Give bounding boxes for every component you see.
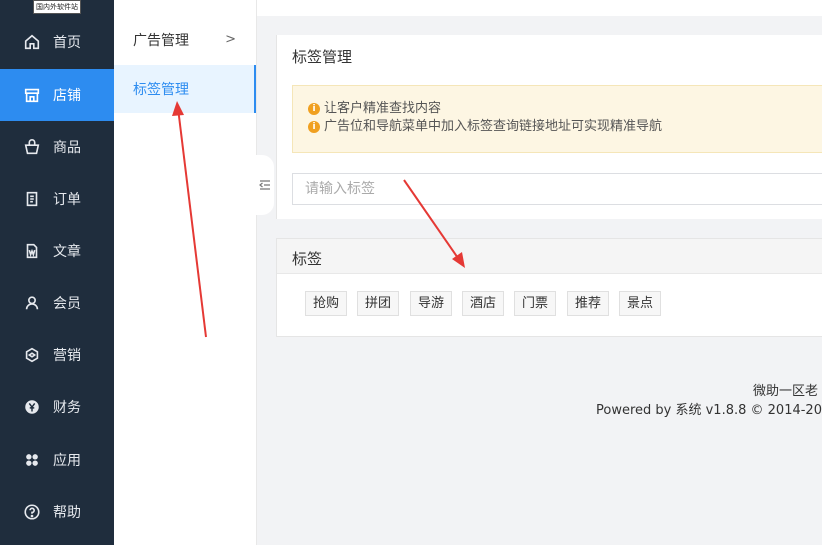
nav-item-home[interactable]: 首页 bbox=[0, 16, 114, 68]
tag-item[interactable]: 抢购 bbox=[305, 291, 348, 316]
bag-icon bbox=[22, 137, 42, 157]
nav-label: 订单 bbox=[53, 192, 81, 208]
info-icon: i bbox=[308, 121, 320, 133]
subnav-label: 标签管理 bbox=[133, 82, 189, 98]
tags-panel-title: 标签 bbox=[292, 250, 323, 268]
tag-item[interactable]: 酒店 bbox=[462, 291, 505, 316]
tip-text: 让客户精准查找内容 bbox=[324, 101, 442, 116]
tag-item[interactable]: 导游 bbox=[410, 291, 453, 316]
store-icon bbox=[22, 85, 42, 105]
nav-item-members[interactable]: 会员 bbox=[0, 277, 114, 329]
info-icon: i bbox=[308, 103, 320, 115]
collapse-icon[interactable] bbox=[256, 155, 274, 215]
footer-powered-by: Powered by 系统 v1.8.8 © 2014-201 bbox=[596, 403, 822, 418]
tips-alert: i 让客户精准查找内容 i 广告位和导航菜单中加入标签查询链接地址可实现精准导航 bbox=[292, 85, 822, 153]
nav-label: 财务 bbox=[53, 400, 81, 416]
nav-item-finance[interactable]: 财务 bbox=[0, 381, 114, 433]
nav-item-marketing[interactable]: 营销 bbox=[0, 329, 114, 381]
main-sidebar: 国内外软件站 首页 店铺 商品 订单 文章 会员 营销 财务 应用 帮助 bbox=[0, 0, 114, 545]
subnav-item-tags[interactable]: 标签管理 bbox=[114, 65, 256, 113]
nav-label: 应用 bbox=[53, 453, 81, 469]
nav-label: 店铺 bbox=[53, 88, 81, 104]
nav-item-store[interactable]: 店铺 bbox=[0, 69, 114, 121]
order-icon bbox=[22, 189, 42, 209]
home-icon bbox=[22, 32, 42, 52]
tag-management-card: 标签管理 i 让客户精准查找内容 i 广告位和导航菜单中加入标签查询链接地址可实… bbox=[276, 35, 822, 219]
tags-panel: 标签 抢购 拼团 导游 酒店 门票 推荐 景点 bbox=[276, 238, 822, 337]
tags-panel-header: 标签 bbox=[277, 239, 822, 274]
help-icon bbox=[22, 502, 42, 522]
top-bar bbox=[257, 0, 822, 16]
yen-icon bbox=[22, 397, 42, 417]
tag-item[interactable]: 推荐 bbox=[567, 291, 610, 316]
tip-line: i 广告位和导航菜单中加入标签查询链接地址可实现精准导航 bbox=[308, 118, 808, 136]
nav-item-articles[interactable]: 文章 bbox=[0, 225, 114, 277]
footer-company: 微助一区老 bbox=[753, 384, 819, 399]
subnav-label: 广告管理 bbox=[133, 33, 189, 49]
nav-item-help[interactable]: 帮助 bbox=[0, 486, 114, 538]
page-title: 标签管理 bbox=[292, 48, 353, 66]
nav-label: 首页 bbox=[53, 35, 81, 51]
nav-label: 会员 bbox=[53, 296, 81, 312]
nav-item-apps[interactable]: 应用 bbox=[0, 434, 114, 486]
subnav-item-ads[interactable]: 广告管理 > bbox=[114, 16, 256, 64]
nav-label: 帮助 bbox=[53, 505, 81, 521]
tag-item[interactable]: 门票 bbox=[514, 291, 557, 316]
nav-item-orders[interactable]: 订单 bbox=[0, 173, 114, 225]
sub-navigation: 广告管理 > 标签管理 bbox=[114, 0, 257, 545]
nav-item-products[interactable]: 商品 bbox=[0, 121, 114, 173]
marketing-icon bbox=[22, 345, 42, 365]
collapse-icon-glyph bbox=[259, 180, 270, 190]
apps-icon bbox=[22, 450, 42, 470]
article-icon bbox=[22, 241, 42, 261]
tip-line: i 让客户精准查找内容 bbox=[308, 100, 808, 118]
tag-item[interactable]: 拼团 bbox=[357, 291, 400, 316]
tip-text: 广告位和导航菜单中加入标签查询链接地址可实现精准导航 bbox=[324, 119, 663, 134]
nav-label: 营销 bbox=[53, 348, 81, 364]
logo: 国内外软件站 bbox=[33, 0, 81, 14]
tag-item[interactable]: 景点 bbox=[619, 291, 662, 316]
tag-input[interactable] bbox=[292, 173, 822, 205]
chevron-right-icon: > bbox=[225, 32, 236, 47]
user-icon bbox=[22, 293, 42, 313]
nav-label: 商品 bbox=[53, 140, 81, 156]
nav-label: 文章 bbox=[53, 244, 81, 260]
